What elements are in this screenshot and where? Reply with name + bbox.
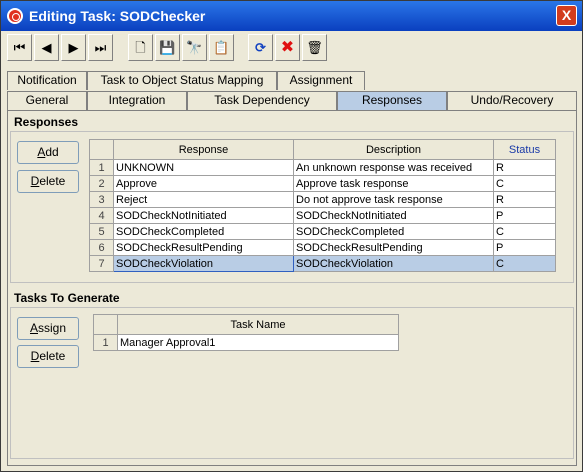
response-cell[interactable]: UNKNOWN (113, 159, 294, 176)
tab-row-top: Notification Task to Object Status Mappi… (7, 71, 577, 90)
response-cell[interactable]: SODCheckResultPending (113, 239, 294, 256)
row-number: 2 (89, 175, 114, 192)
next-record-button[interactable]: ▶ (61, 34, 86, 61)
task-editor-window: Editing Task: SODChecker X ⏮ ◀ ▶ ⏭ 🗋 💾 🔭… (0, 0, 583, 472)
tab-task-dependency[interactable]: Task Dependency (187, 91, 337, 110)
description-cell[interactable]: SODCheckViolation (293, 255, 494, 272)
refresh-button[interactable]: ⟳ (248, 34, 273, 61)
table-row[interactable]: 4 SODCheckNotInitiated SODCheckNotInitia… (89, 207, 556, 224)
delete-x-icon: ✖ (280, 39, 295, 56)
row-number: 1 (93, 334, 118, 351)
description-cell[interactable]: SODCheckCompleted (293, 223, 494, 240)
last-record-icon: ⏭ (94, 40, 107, 55)
last-record-button[interactable]: ⏭ (88, 34, 113, 61)
responses-group-title: Responses (14, 115, 79, 129)
description-cell[interactable]: Do not approve task response (293, 191, 494, 208)
new-document-icon: 🗋 (135, 40, 146, 55)
row-number: 6 (89, 239, 114, 256)
status-cell[interactable]: C (493, 255, 556, 272)
table-row[interactable]: 6 SODCheckResultPending SODCheckResultPe… (89, 239, 556, 256)
save-button[interactable]: 💾 (155, 34, 180, 61)
save-icon: 💾 (159, 40, 176, 55)
row-header-corner (93, 314, 118, 335)
description-cell[interactable]: Approve task response (293, 175, 494, 192)
tab-assignment[interactable]: Assignment (277, 71, 365, 90)
refresh-icon: ⟳ (255, 40, 266, 55)
next-record-icon: ▶ (68, 40, 79, 55)
previous-record-icon: ◀ (41, 40, 52, 55)
column-header-status[interactable]: Status (493, 139, 556, 160)
first-record-button[interactable]: ⏮ (7, 34, 32, 61)
find-icon: 🔭 (186, 40, 203, 55)
description-cell[interactable]: SODCheckNotInitiated (293, 207, 494, 224)
tasks-group-title: Tasks To Generate (14, 291, 120, 305)
trash-icon: 🗑 (306, 40, 323, 55)
column-header-response[interactable]: Response (113, 139, 294, 160)
tab-row-bottom: General Integration Task Dependency Resp… (7, 91, 577, 110)
tab-responses[interactable]: Responses (337, 91, 447, 110)
column-header-task-name[interactable]: Task Name (117, 314, 399, 335)
row-header-corner (89, 139, 114, 160)
copy-button[interactable]: 📋 (209, 34, 234, 61)
tab-integration[interactable]: Integration (87, 91, 187, 110)
status-cell[interactable]: P (493, 207, 556, 224)
table-row[interactable]: 5 SODCheckCompleted SODCheckCompleted C (89, 223, 556, 240)
response-cell[interactable]: Reject (113, 191, 294, 208)
delete-task-button[interactable]: Delete (17, 345, 79, 368)
table-row[interactable]: 3 Reject Do not approve task response R (89, 191, 556, 208)
table-row[interactable]: 2 Approve Approve task response C (89, 175, 556, 192)
responses-tab-panel: Responses Add Delete Response Descriptio… (7, 111, 577, 466)
row-number: 5 (89, 223, 114, 240)
row-number: 1 (89, 159, 114, 176)
assign-task-button[interactable]: Assign (17, 317, 79, 340)
previous-record-button[interactable]: ◀ (34, 34, 59, 61)
status-cell[interactable]: C (493, 175, 556, 192)
responses-table: Response Description Status 1 UNKNOWN An… (89, 139, 556, 272)
description-cell[interactable]: An unknown response was received (293, 159, 494, 176)
delete-response-button[interactable]: Delete (17, 170, 79, 193)
table-row-selected[interactable]: 7 SODCheckViolation SODCheckViolation C (89, 255, 556, 272)
tab-general[interactable]: General (7, 91, 87, 110)
oracle-app-icon (7, 8, 23, 24)
description-cell[interactable]: SODCheckResultPending (293, 239, 494, 256)
response-cell[interactable]: Approve (113, 175, 294, 192)
new-document-button[interactable]: 🗋 (128, 34, 153, 61)
tab-notification[interactable]: Notification (7, 71, 87, 90)
window-title: Editing Task: SODChecker (29, 8, 206, 24)
row-number: 4 (89, 207, 114, 224)
table-row[interactable]: 1 UNKNOWN An unknown response was receiv… (89, 159, 556, 176)
first-record-icon: ⏮ (13, 40, 26, 55)
response-cell[interactable]: SODCheckViolation (113, 255, 294, 272)
column-header-description[interactable]: Description (293, 139, 494, 160)
status-cell[interactable]: R (493, 191, 556, 208)
row-number: 3 (89, 191, 114, 208)
tasks-table: Task Name 1 Manager Approval1 (93, 314, 399, 351)
status-cell[interactable]: R (493, 159, 556, 176)
response-cell[interactable]: SODCheckCompleted (113, 223, 294, 240)
add-response-button[interactable]: Add (17, 141, 79, 164)
response-cell[interactable]: SODCheckNotInitiated (113, 207, 294, 224)
tab-task-to-object-status-mapping[interactable]: Task to Object Status Mapping (87, 71, 277, 90)
table-row[interactable]: 1 Manager Approval1 (93, 334, 399, 351)
find-button[interactable]: 🔭 (182, 34, 207, 61)
task-name-cell[interactable]: Manager Approval1 (117, 334, 399, 351)
title-bar[interactable]: Editing Task: SODChecker X (1, 1, 582, 31)
status-cell[interactable]: C (493, 223, 556, 240)
close-button[interactable]: X (556, 5, 577, 26)
status-cell[interactable]: P (493, 239, 556, 256)
delete-x-button[interactable]: ✖ (275, 34, 300, 61)
tab-undo-recovery[interactable]: Undo/Recovery (447, 91, 577, 110)
trash-button[interactable]: 🗑 (302, 34, 327, 61)
copy-icon: 📋 (213, 40, 230, 55)
row-number: 7 (89, 255, 114, 272)
